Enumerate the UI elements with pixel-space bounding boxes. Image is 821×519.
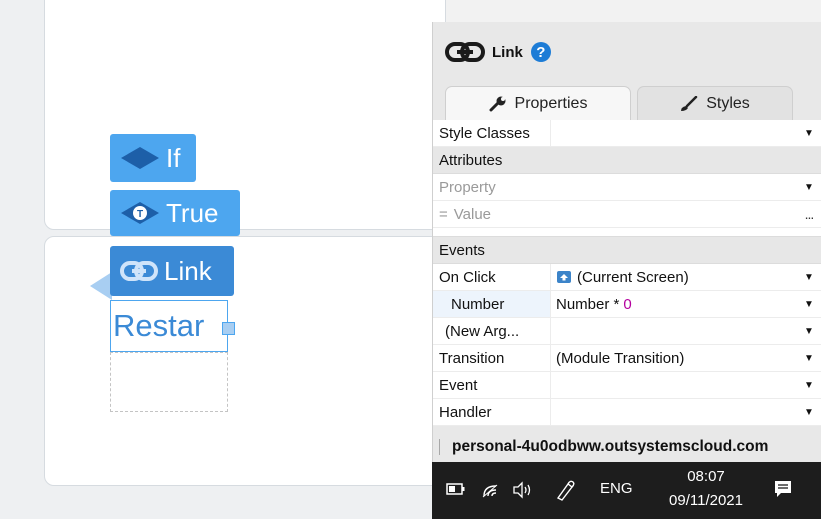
dropdown-arrow-icon[interactable]: ▼ [796, 380, 821, 391]
dropdown-arrow-icon[interactable]: ▼ [796, 299, 821, 310]
windows-taskbar: ENG 08:07 09/11/2021 [432, 462, 821, 519]
wifi-icon[interactable] [482, 482, 502, 498]
dropdown-arrow-icon[interactable]: ▼ [796, 353, 821, 364]
resize-handle[interactable] [222, 322, 235, 335]
true-branch-widget[interactable]: T True [110, 190, 240, 236]
property-name: Number [433, 291, 551, 317]
section-events: Events [433, 237, 821, 264]
dropdown-arrow-icon[interactable]: ▼ [796, 128, 821, 139]
container-top[interactable] [44, 0, 446, 230]
link-widget[interactable]: Link [110, 246, 234, 296]
panel-title: Link [492, 43, 523, 61]
dropdown-arrow-icon[interactable]: ▼ [796, 272, 821, 283]
notifications-icon[interactable] [772, 478, 794, 500]
row-on-click[interactable]: On Click (Current Screen) ▼ [433, 264, 821, 291]
environment-url: personal-4u0odbww.outsystemscloud.com [452, 438, 769, 455]
property-name: Transition [433, 345, 551, 371]
number-literal: 0 [623, 295, 632, 313]
property-value[interactable]: Number * 0 [551, 291, 796, 317]
wrench-icon [489, 96, 507, 112]
property-value[interactable]: (Module Transition) [551, 345, 796, 371]
tab-properties-label: Properties [514, 94, 588, 112]
clock-time[interactable]: 08:07 [668, 468, 744, 485]
panel-header: Link ? [433, 22, 821, 82]
pen-icon[interactable] [554, 478, 578, 502]
property-name: On Click [433, 264, 551, 290]
section-attributes: Attributes [433, 147, 821, 174]
row-attribute-value[interactable]: = Value ... [433, 201, 821, 228]
link-icon [445, 41, 485, 63]
brush-icon [680, 95, 698, 112]
on-click-value: (Current Screen) [577, 268, 689, 286]
row-handler[interactable]: Handler ▼ [433, 399, 821, 426]
equals-sign: = [439, 205, 448, 223]
more-options-button[interactable]: ... [796, 206, 821, 222]
properties-panel: Link ? Properties Styles Style Classes ▼… [432, 22, 821, 462]
selection-arrow [90, 272, 112, 300]
property-value[interactable] [551, 318, 796, 344]
property-value[interactable] [551, 399, 796, 425]
clock-date[interactable]: 09/11/2021 [654, 492, 758, 509]
if-widget-label: If [166, 142, 181, 173]
section-spacer [433, 228, 821, 237]
property-value[interactable] [551, 120, 796, 146]
property-name: (New Arg... [433, 318, 551, 344]
help-icon[interactable]: ? [530, 42, 551, 62]
screen-icon [557, 271, 571, 283]
true-widget-label: True [166, 197, 219, 228]
row-style-classes[interactable]: Style Classes ▼ [433, 120, 821, 147]
property-grid: Style Classes ▼ Attributes Property ▼ = … [433, 120, 821, 426]
property-name: Style Classes [433, 120, 551, 146]
tab-styles-label: Styles [706, 94, 750, 112]
property-value[interactable]: (Current Screen) [551, 264, 796, 290]
row-new-argument[interactable]: (New Arg... ▼ [433, 318, 821, 345]
screen-canvas[interactable]: If T True Link Restar [0, 0, 446, 519]
link-widget-label: Link [164, 255, 212, 286]
widget-placeholder[interactable] [110, 352, 228, 412]
language-indicator[interactable]: ENG [600, 480, 633, 497]
property-value[interactable] [551, 372, 796, 398]
environment-url-bar: personal-4u0odbww.outsystemscloud.com [433, 432, 821, 462]
url-separator [439, 439, 440, 455]
dropdown-arrow-icon[interactable]: ▼ [796, 407, 821, 418]
if-widget[interactable]: If [110, 134, 196, 182]
attribute-property-input[interactable]: Property [433, 174, 796, 200]
property-name: Handler [433, 399, 551, 425]
number-expression: Number * [556, 295, 620, 313]
panel-tabs: Properties Styles [433, 86, 821, 120]
tab-properties[interactable]: Properties [445, 86, 631, 120]
value-placeholder: Value [453, 205, 492, 223]
row-transition[interactable]: Transition (Module Transition) ▼ [433, 345, 821, 372]
link-chain-icon [120, 260, 158, 282]
row-event[interactable]: Event ▼ [433, 372, 821, 399]
dropdown-arrow-icon[interactable]: ▼ [796, 326, 821, 337]
if-diamond-icon [120, 146, 160, 170]
row-attribute-property[interactable]: Property ▼ [433, 174, 821, 201]
tab-styles[interactable]: Styles [637, 86, 793, 120]
property-name: Event [433, 372, 551, 398]
attribute-value-input[interactable]: = Value [433, 201, 796, 227]
dropdown-arrow-icon[interactable]: ▼ [796, 182, 821, 193]
restart-text-expression[interactable]: Restar [110, 300, 228, 352]
row-number-argument[interactable]: Number Number * 0 ▼ [433, 291, 821, 318]
true-diamond-icon: T [120, 201, 160, 225]
battery-icon[interactable] [446, 482, 466, 496]
volume-icon[interactable] [512, 481, 536, 499]
svg-text:T: T [137, 209, 143, 220]
